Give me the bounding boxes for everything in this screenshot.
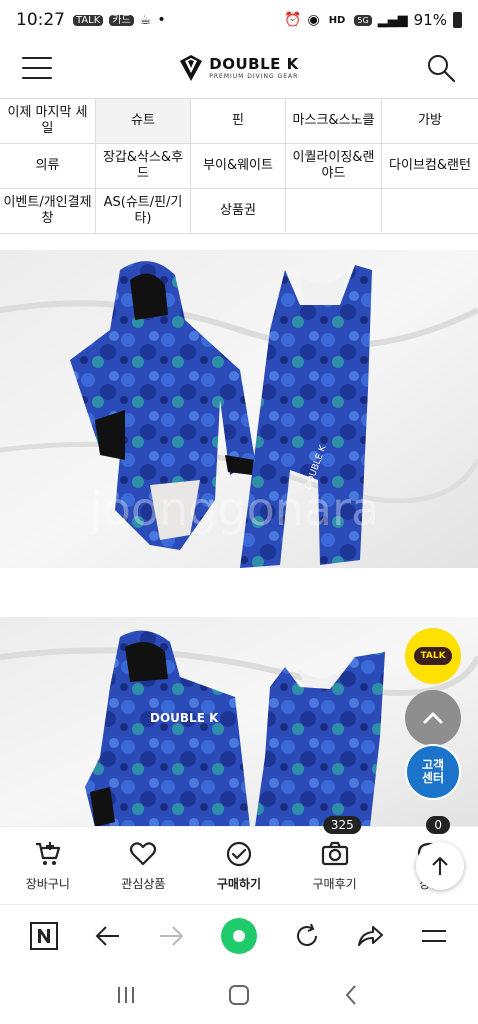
category-item[interactable]: 다이브컴&랜턴 xyxy=(382,144,478,189)
scroll-top-button[interactable] xyxy=(416,842,464,890)
category-item xyxy=(286,189,382,234)
menu-icon[interactable] xyxy=(22,57,52,79)
product-action-bar: 장바구니 관심상품 구매하기 325 구매후기 0 상품 xyxy=(0,816,478,904)
recent-apps-icon[interactable] xyxy=(114,983,138,1007)
scroll-up-button[interactable] xyxy=(405,690,461,746)
status-bar: 10:27 TALK 카드 ☕ • ⏰ ◉ HD 5G ▂▄▆ 91% xyxy=(0,0,478,40)
cup-notification-icon: ☕ xyxy=(139,12,152,28)
battery-percent: 91% xyxy=(413,11,447,29)
camera-icon xyxy=(321,841,348,866)
category-item[interactable]: 상품권 xyxy=(191,189,286,234)
category-item[interactable]: 장갑&삭스&후드 xyxy=(96,144,191,189)
brand-tagline: PREMIUM DIVING GEAR xyxy=(209,72,299,80)
qna-count-badge: 0 xyxy=(426,816,451,834)
search-button[interactable] xyxy=(426,53,456,83)
network-badge: 5G xyxy=(354,14,372,26)
jacket-brand-print: DOUBLE K xyxy=(150,711,219,725)
menu-lines-icon[interactable] xyxy=(419,921,449,951)
brand-diamond-icon xyxy=(180,55,203,81)
browser-toolbar xyxy=(0,904,478,966)
talk-notification-icon: TALK xyxy=(73,14,104,26)
product-photo-1[interactable]: DOUBLE K joonggonara xyxy=(0,250,478,568)
refresh-icon[interactable] xyxy=(292,921,322,951)
category-menu: 이제 마지막 세일 슈트 핀 마스크&스노클 가방의류 장갑&삭스&후드 부이&웨이트 이퀄라… xyxy=(0,98,478,234)
status-time: 10:27 xyxy=(16,10,65,30)
system-navigation xyxy=(0,966,478,1024)
home-icon[interactable] xyxy=(227,983,251,1007)
share-icon[interactable] xyxy=(355,921,385,951)
category-item[interactable]: 이벤트/개인결제창 xyxy=(0,189,96,234)
review-count-badge: 325 xyxy=(322,816,362,834)
review-button[interactable]: 325 구매후기 xyxy=(287,816,383,904)
brand-logo[interactable]: DOUBLE K PREMIUM DIVING GEAR xyxy=(179,55,298,81)
talk-bubble-icon: TALK xyxy=(414,647,452,665)
category-item[interactable]: 의류 xyxy=(0,144,96,189)
card-notification-icon: 카드 xyxy=(109,14,134,26)
category-item[interactable]: 슈트 xyxy=(96,99,191,144)
arrow-up-icon xyxy=(432,857,448,875)
hd-voice-badge: HD xyxy=(328,14,346,26)
cart-button[interactable]: 장바구니 xyxy=(0,827,96,904)
buy-label: 구매하기 xyxy=(216,877,262,891)
watermark-text: joonggonara xyxy=(89,482,379,536)
wishlist-label: 관심상품 xyxy=(121,877,166,891)
category-item[interactable]: 이제 마지막 세일 xyxy=(0,99,96,144)
green-dot-home-icon[interactable] xyxy=(220,917,258,955)
wishlist-button[interactable]: 관심상품 xyxy=(96,827,192,904)
brand-name: DOUBLE K xyxy=(209,54,299,73)
battery-icon xyxy=(453,12,462,28)
check-circle-icon xyxy=(226,841,252,867)
more-notifications-dot: • xyxy=(157,12,166,28)
cart-icon xyxy=(35,842,60,865)
customer-center-button[interactable]: 고객 센터 xyxy=(405,744,461,800)
category-item xyxy=(382,189,478,234)
hotspot-icon: ◉ xyxy=(307,12,320,28)
heart-icon xyxy=(130,842,157,866)
site-header: DOUBLE K PREMIUM DIVING GEAR xyxy=(0,40,478,96)
signal-icon: ▂▄▆ xyxy=(377,12,408,28)
category-item[interactable]: 가방 xyxy=(382,99,478,144)
category-item[interactable]: AS(슈트/핀/기타) xyxy=(96,189,191,234)
cart-label: 장바구니 xyxy=(25,877,70,891)
search-icon xyxy=(428,55,456,83)
forward-arrow-icon[interactable] xyxy=(156,921,186,951)
back-icon[interactable] xyxy=(340,983,364,1007)
category-item[interactable]: 핀 xyxy=(191,99,286,144)
review-label: 구매후기 xyxy=(312,877,357,891)
category-item[interactable]: 이퀄라이징&랜야드 xyxy=(286,144,382,189)
category-item[interactable]: 마스크&스노클 xyxy=(286,99,382,144)
buy-button[interactable]: 구매하기 xyxy=(191,827,287,904)
back-arrow-icon[interactable] xyxy=(93,921,123,951)
category-item[interactable]: 부이&웨이트 xyxy=(191,144,286,189)
alarm-icon: ⏰ xyxy=(284,12,302,28)
cs-label-line2: 센터 xyxy=(421,771,445,785)
kakao-talk-button[interactable]: TALK xyxy=(405,628,461,684)
naver-n-icon[interactable] xyxy=(29,921,59,951)
wetsuit-photo-1: DOUBLE K joonggonara xyxy=(0,250,478,568)
chevron-up-icon xyxy=(423,712,443,724)
